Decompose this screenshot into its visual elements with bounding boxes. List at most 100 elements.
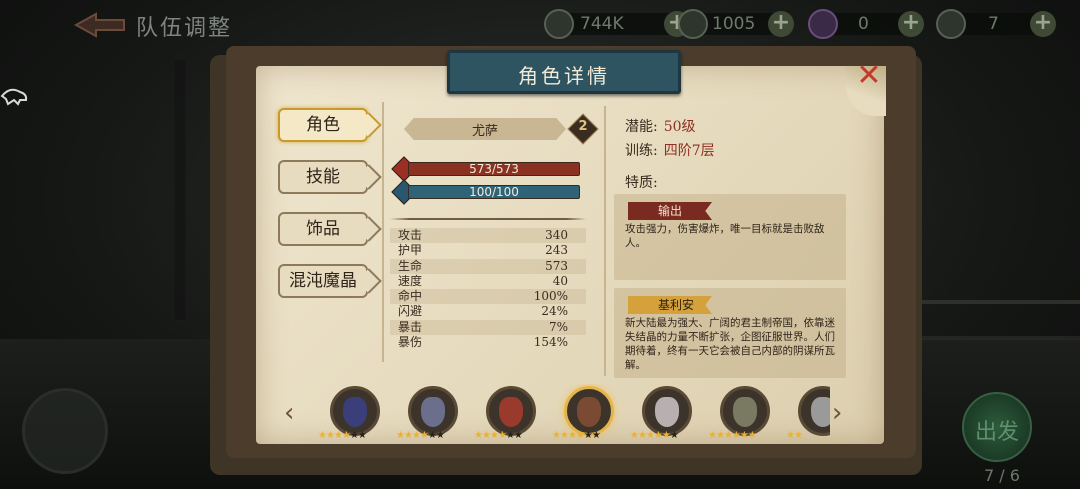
hero-portrait[interactable]: [798, 386, 830, 436]
tab-character-label: 角色: [306, 115, 340, 135]
hero-face-icon: [499, 397, 523, 427]
diamond-icon: [678, 9, 708, 39]
tab-skills[interactable]: 技能: [278, 160, 382, 194]
star-icon: ★: [630, 430, 639, 441]
hero-face-icon: [577, 397, 601, 427]
hero-face-icon: [421, 397, 445, 427]
star-icon: ★: [567, 430, 577, 441]
star-icon: ★: [474, 430, 483, 441]
back-button[interactable]: [72, 10, 128, 40]
training-line: 训练: 四阶7层: [625, 140, 715, 160]
stat-row-health: 生命 573: [390, 258, 586, 274]
stat-value: 100%: [533, 289, 568, 304]
depart-button[interactable]: 出发: [962, 392, 1032, 462]
add-diamond-button[interactable]: +: [768, 11, 794, 37]
hero-portrait[interactable]: [564, 386, 614, 436]
prev-hero-button[interactable]: ‹: [284, 398, 294, 428]
stat-row-armor: 护甲 243: [390, 243, 586, 258]
trait-tag-faction: 基利安: [628, 296, 712, 314]
star-icon: ★: [357, 430, 367, 441]
star-icon: ★: [747, 430, 757, 441]
star-icon: ★: [396, 430, 405, 441]
star-icon: ★: [669, 430, 679, 441]
stat-value: 340: [545, 228, 568, 242]
currency-gold-value: 744K: [580, 14, 624, 34]
star-icon: ★: [435, 430, 445, 441]
star-icon: ★: [419, 430, 429, 441]
hero-face-icon: [811, 397, 830, 427]
star-icon: ★: [349, 430, 359, 441]
star-icon: ★: [559, 430, 569, 441]
hero-portrait[interactable]: [486, 386, 536, 436]
hero-stars: ★★★★★★: [552, 430, 624, 441]
character-name: 尤萨: [471, 124, 498, 139]
hero-portrait[interactable]: [330, 386, 380, 436]
training-label: 训练:: [625, 143, 658, 159]
depart-label: 出发: [974, 420, 1019, 445]
close-button[interactable]: ✕: [854, 61, 884, 91]
add-emblem-button[interactable]: +: [1030, 11, 1056, 37]
stat-value: 243: [545, 243, 568, 258]
trait-description: 攻击强力，伤害爆炸，唯一目标就是击败敌人。: [625, 223, 825, 249]
close-icon: ✕: [856, 58, 882, 93]
virtual-joystick[interactable]: [22, 388, 108, 474]
next-hero-button[interactable]: ›: [832, 398, 842, 428]
gold-coin-icon: [544, 9, 574, 39]
chameleon-icon: [0, 88, 28, 106]
training-value: 四阶7层: [663, 143, 715, 159]
hero-portrait[interactable]: [720, 386, 770, 436]
panel-title: 角色详情: [518, 64, 610, 88]
star-icon: ★: [552, 430, 561, 441]
hero-selector: ★★★★★★ ★★★★★★ ★★★★★★ ★★★★★★ ★★★★★★ ★★★★★★ ★★: [300, 384, 830, 444]
hero-face-icon: [343, 397, 367, 427]
star-icon: ★: [489, 430, 499, 441]
potential-line: 潜能: 50级: [625, 116, 696, 136]
tab-accessories-label: 饰品: [306, 219, 340, 239]
tab-chaos-crystal[interactable]: 混沌魔晶: [278, 264, 382, 298]
team-count: 7 / 6: [984, 466, 1020, 485]
star-icon: ★: [575, 430, 585, 441]
traits-label: 特质:: [625, 175, 658, 191]
tab-character[interactable]: 角色: [278, 108, 382, 142]
star-icon: ★: [739, 430, 749, 441]
stat-row-attack: 攻击 340: [390, 228, 586, 244]
trait-description: 新大陆最为强大、广阔的君主制帝国，依靠迷失结晶的力量不断扩张，企图征服世界。人们…: [625, 317, 835, 371]
star-icon: ★: [731, 430, 741, 441]
stat-value: 7%: [548, 319, 568, 334]
hero-portrait[interactable]: [642, 386, 692, 436]
star-icon: ★: [645, 430, 655, 441]
star-icon: ★: [591, 430, 601, 441]
stat-value: 24%: [541, 304, 568, 319]
mp-value: 100/100: [469, 185, 519, 199]
hero-portrait[interactable]: [408, 386, 458, 436]
potential-label: 潜能:: [625, 119, 658, 135]
star-icon: ★: [583, 430, 593, 441]
star-icon: ★: [341, 430, 351, 441]
stat-row-speed: 速度 40: [390, 274, 586, 289]
star-icon: ★: [333, 430, 343, 441]
star-icon: ★: [708, 430, 717, 441]
stat-row-dodge: 闪避 24%: [390, 304, 586, 319]
stat-label: 闪避: [398, 304, 423, 319]
star-icon: ★: [513, 430, 523, 441]
tab-accessories[interactable]: 饰品: [278, 212, 382, 246]
hero-face-icon: [655, 397, 679, 427]
potential-value: 50级: [663, 119, 696, 135]
currency-crystal-value: 0: [858, 14, 869, 34]
stat-label: 生命: [398, 258, 423, 273]
star-icon: ★: [403, 430, 413, 441]
hero-stars: ★★★★★★: [630, 430, 702, 441]
tab-skills-label: 技能: [306, 167, 340, 187]
star-icon: ★: [661, 430, 671, 441]
stat-value: 154%: [533, 335, 568, 350]
hp-bar: 573/573: [408, 162, 580, 176]
add-crystal-button[interactable]: +: [898, 11, 924, 37]
hero-stars: ★★: [786, 430, 830, 441]
hero-stars: ★★★★★★: [396, 430, 468, 441]
panel-title-banner: 角色详情: [447, 50, 681, 94]
star-icon: ★: [637, 430, 647, 441]
top-bar: 队伍调整 744K + 1005 + 0 + 7 +: [0, 0, 1080, 48]
background-fence: [900, 300, 1080, 340]
star-icon: ★: [793, 430, 803, 441]
tab-chaos-crystal-label: 混沌魔晶: [289, 271, 357, 291]
